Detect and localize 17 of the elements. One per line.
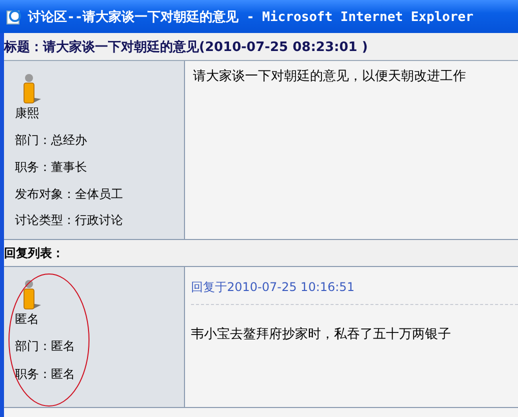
author-name: 康熙 (15, 105, 40, 122)
author-detail: 职务：匿名 (15, 366, 76, 383)
reply-body: 韦小宝去鳌拜府抄家时，私吞了五十万两银子 (191, 326, 452, 343)
author-detail: 部门：匿名 (15, 338, 76, 355)
post-body: 请大家谈一下对朝廷的意见，以便天朝改进工作 (193, 68, 467, 85)
replies-heading: 回复列表： (4, 244, 64, 262)
person-icon (21, 279, 43, 311)
topic-title: 标题：请大家谈一下对朝廷的意见(2010-07-25 08:23:01 ) (4, 38, 368, 56)
author-detail: 讨论类型：行政讨论 (15, 212, 124, 230)
author-name: 匿名 (15, 311, 40, 328)
author-detail: 部门：总经办 (15, 132, 88, 149)
author-detail: 发布对象：全体员工 (15, 186, 124, 202)
reply-date: 回复于2010-07-25 10:16:51 (191, 279, 518, 305)
browser-icon (6, 8, 22, 24)
author-detail: 职务：董事长 (15, 158, 88, 176)
person-icon (21, 73, 43, 105)
window-title: 讨论区--请大家谈一下对朝廷的意见 - Microsoft Internet Explorer (28, 8, 474, 26)
